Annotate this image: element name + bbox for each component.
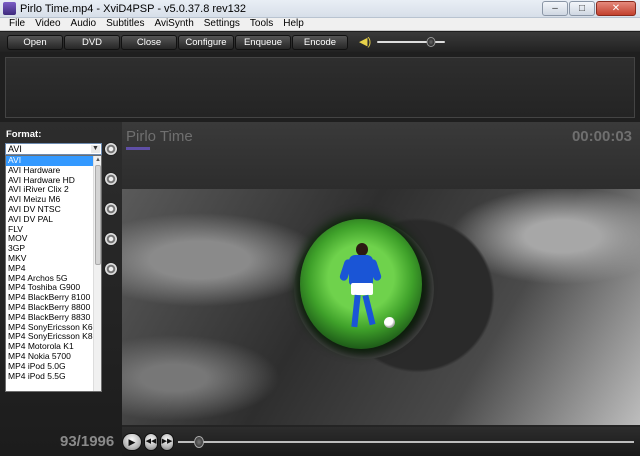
close-button[interactable]: Close — [121, 34, 177, 50]
preview-area: Pirlo Time 00:00:03 ▶ ◀◀ ▶▶ — [122, 122, 640, 456]
menu-audio[interactable]: Audio — [66, 18, 102, 30]
player-figure — [300, 219, 422, 349]
chevron-down-icon[interactable]: ▼ — [91, 145, 100, 153]
gear-icon[interactable] — [104, 172, 118, 186]
open-button[interactable]: Open — [7, 34, 63, 50]
menu-video[interactable]: Video — [30, 18, 65, 30]
format-options-list[interactable]: AVI AVI Hardware AVI Hardware HD AVI iRiver… — [5, 155, 102, 392]
format-list-scrollbar[interactable]: ▲ — [93, 156, 101, 391]
menu-help[interactable]: Help — [278, 18, 309, 30]
format-option[interactable]: MP4 iPod 5.5G — [6, 371, 101, 382]
video-frame[interactable] — [122, 189, 640, 425]
menu-file[interactable]: File — [4, 18, 30, 30]
maximize-button[interactable]: □ — [569, 1, 595, 16]
app-icon — [3, 2, 16, 15]
minimize-button[interactable]: – — [542, 1, 568, 16]
app-window: Pirlo Time.mp4 - XviD4PSP - v5.0.37.8 re… — [0, 0, 640, 456]
close-window-button[interactable]: ✕ — [596, 1, 636, 16]
seek-slider[interactable] — [178, 436, 634, 448]
menu-avisynth[interactable]: AviSynth — [149, 18, 198, 30]
previous-frame-button[interactable]: ◀◀ — [144, 433, 158, 451]
title-bar: Pirlo Time.mp4 - XviD4PSP - v5.0.37.8 re… — [0, 0, 640, 18]
title-underline — [126, 147, 150, 150]
seek-track — [178, 441, 634, 443]
gear-icon[interactable] — [104, 202, 118, 216]
transport-bar: ▶ ◀◀ ▶▶ — [122, 427, 640, 456]
toolbar: Open DVD Close Configure Enqueue Encode … — [0, 32, 640, 52]
log-panel — [5, 57, 635, 118]
enqueue-button[interactable]: Enqueue — [235, 34, 291, 50]
menu-settings[interactable]: Settings — [199, 18, 245, 30]
format-selected-value: AVI — [8, 144, 22, 154]
format-label: Format: — [6, 129, 42, 140]
pitch-circle — [300, 219, 422, 349]
player-leg — [362, 294, 376, 326]
format-dropdown[interactable]: AVI ▼ — [5, 143, 102, 155]
menu-bar: File Video Audio Subtitles AviSynth Sett… — [0, 18, 640, 31]
player-leg — [351, 294, 361, 328]
seek-knob[interactable] — [194, 436, 205, 448]
window-title: Pirlo Time.mp4 - XviD4PSP - v5.0.37.8 re… — [20, 3, 247, 15]
scrollbar-thumb[interactable] — [95, 165, 101, 265]
gear-icon[interactable] — [104, 142, 118, 156]
player-shirt — [349, 255, 373, 285]
window-controls: – □ ✕ — [541, 1, 636, 16]
scroll-up-icon[interactable]: ▲ — [95, 157, 101, 163]
gear-icon[interactable] — [104, 262, 118, 276]
player-shorts — [351, 283, 373, 295]
format-panel: Format: AVI ▼ AVI AVI Hardware AVI Hardwar… — [0, 122, 122, 456]
encode-button[interactable]: Encode — [292, 34, 348, 50]
time-display: 00:00:03 — [571, 128, 632, 145]
speaker-icon[interactable]: ◀) — [359, 36, 371, 48]
next-frame-button[interactable]: ▶▶ — [160, 433, 174, 451]
gear-icon[interactable] — [104, 232, 118, 246]
play-button[interactable]: ▶ — [122, 433, 142, 451]
volume-slider[interactable] — [377, 36, 445, 48]
dvd-button[interactable]: DVD — [64, 34, 120, 50]
menu-subtitles[interactable]: Subtitles — [101, 18, 149, 30]
configure-button[interactable]: Configure — [178, 34, 234, 50]
volume-knob[interactable] — [426, 37, 436, 47]
frame-counter: 93/1996 — [60, 433, 115, 450]
ball-icon — [384, 317, 395, 328]
clip-title: Pirlo Time — [126, 128, 193, 145]
menu-tools[interactable]: Tools — [245, 18, 278, 30]
